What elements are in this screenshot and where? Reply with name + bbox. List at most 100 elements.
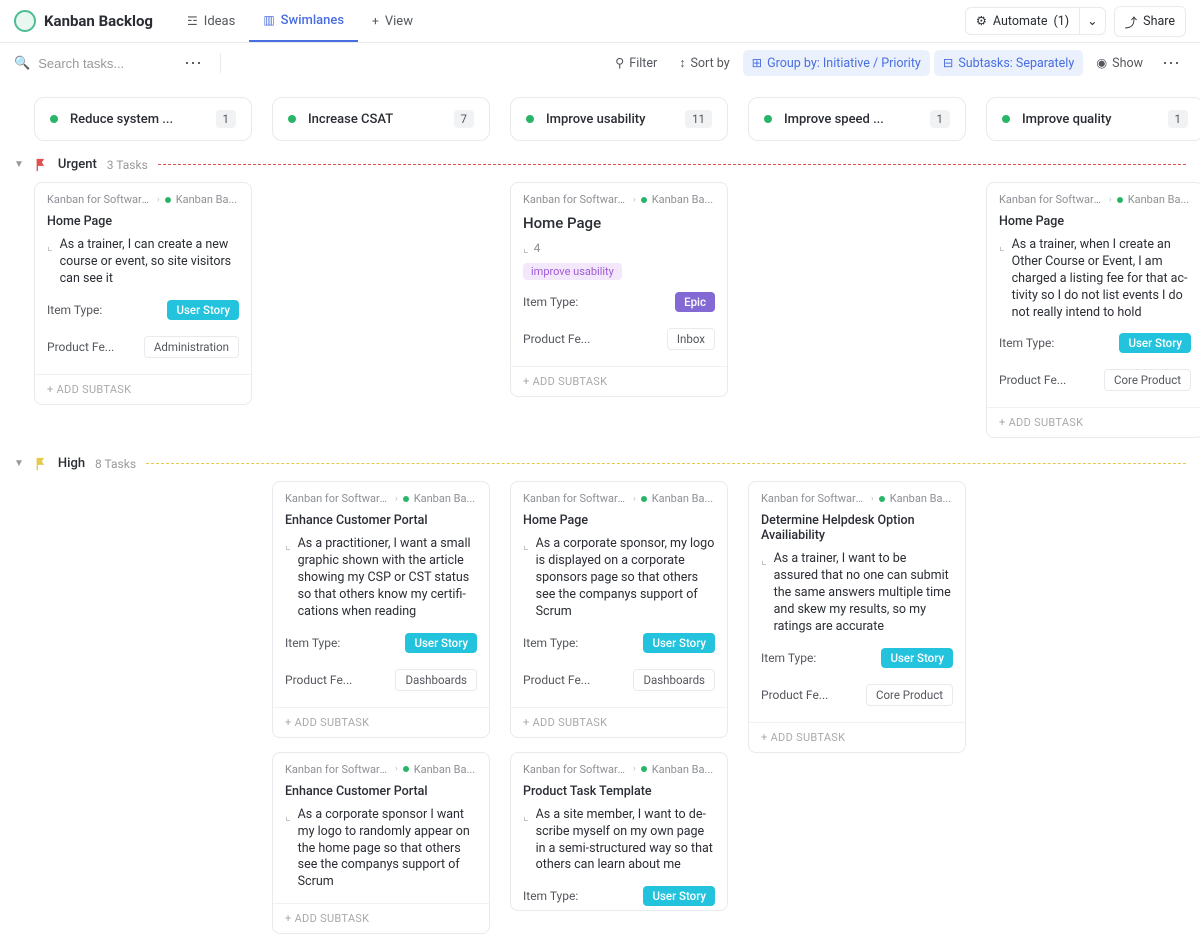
badge-user-story: User Story xyxy=(1119,333,1191,353)
flag-icon xyxy=(34,457,48,471)
column-headers: Reduce system ...1 Increase CSAT 7 Improv… xyxy=(14,97,1186,141)
card-title: Enhance Customer Portal xyxy=(285,513,477,528)
card-title: Home Page xyxy=(523,214,715,232)
task-card[interactable]: Kanban for Software Devel...›Kanban Ba..… xyxy=(510,182,728,397)
search-input[interactable] xyxy=(38,56,158,71)
column-header[interactable]: Increase CSAT 7 xyxy=(272,97,490,141)
divider xyxy=(220,53,221,73)
column-header[interactable]: Reduce system ...1 xyxy=(34,97,252,141)
badge-epic: Epic xyxy=(675,292,715,312)
breadcrumb: Kanban for Software Devel...›Kanban Ba..… xyxy=(47,193,239,206)
subtasks-icon: ⊟ xyxy=(943,55,953,71)
breadcrumb: Kanban for Software Devel...›Kanban Ba..… xyxy=(285,492,477,505)
add-subtask-button[interactable]: + ADD SUBTASK xyxy=(273,707,489,737)
collapse-icon[interactable]: ▼ xyxy=(14,159,24,170)
automate-count: (1) xyxy=(1053,14,1069,29)
plus-icon: + xyxy=(372,14,379,28)
subtask-icon: ⌞ xyxy=(523,241,529,255)
robot-icon: ⚙ xyxy=(976,13,987,29)
lane-name: Urgent xyxy=(58,157,97,172)
search-more[interactable]: ⋯ xyxy=(178,53,208,74)
tab-ideas[interactable]: ☲ Ideas xyxy=(173,0,249,42)
field-item-type: Item Type:User Story xyxy=(523,629,715,657)
card-title: Determine Helpdesk Option Availiability xyxy=(761,513,953,543)
status-dot-icon xyxy=(641,496,647,502)
tab-label: Swimlanes xyxy=(281,13,344,28)
column-header[interactable]: Improve usability11 xyxy=(510,97,728,141)
sort-button[interactable]: ↕Sort by xyxy=(670,51,738,76)
task-card[interactable]: Kanban for Software Devel...›Kanban Ba..… xyxy=(748,481,966,752)
task-card[interactable]: Kanban for Software Devel...›Kanban Ba..… xyxy=(272,481,490,737)
status-dot-icon xyxy=(879,496,885,502)
column-count: 7 xyxy=(454,110,474,128)
share-label: Share xyxy=(1143,14,1175,29)
add-subtask-button[interactable]: + ADD SUBTASK xyxy=(273,903,489,933)
chevron-right-icon: › xyxy=(395,764,398,774)
app-logo xyxy=(14,10,36,32)
breadcrumb: Kanban for Software Devel...›Kanban Ba..… xyxy=(523,492,715,505)
collapse-icon[interactable]: ▼ xyxy=(14,458,24,469)
column-title: Improve usability xyxy=(546,112,673,127)
field-product-feature: Product Fe...Inbox xyxy=(523,324,715,354)
subtask-icon: ⌞ xyxy=(47,238,53,288)
task-card[interactable]: Kanban for Software Devel...›Kanban Ba..… xyxy=(34,182,252,405)
column-title: Increase CSAT xyxy=(308,112,442,127)
lane-count: 8 Tasks xyxy=(95,457,136,471)
status-dot-icon xyxy=(165,197,171,203)
subtasks-button[interactable]: ⊟Subtasks: Separately xyxy=(934,50,1083,76)
automate-dropdown[interactable]: ⌄ xyxy=(1079,7,1105,35)
field-item-type: Item Type:Epic xyxy=(523,288,715,316)
add-subtask-button[interactable]: + ADD SUBTASK xyxy=(511,366,727,396)
status-dot-icon xyxy=(1117,197,1123,203)
task-card[interactable]: Kanban for Software Devel...›Kanban Ba..… xyxy=(986,182,1200,438)
task-card[interactable]: Kanban for Software Devel...›Kanban Ba..… xyxy=(510,481,728,737)
field-product-feature: Product Fe...Dashboards xyxy=(285,665,477,695)
card-title: Product Task Template xyxy=(523,784,715,799)
chevron-right-icon: › xyxy=(633,195,636,205)
column-count: 1 xyxy=(216,110,236,128)
status-dot-icon xyxy=(1002,115,1010,123)
card-desc: ⌞As a corporate sponsor I want my logo t… xyxy=(285,807,477,891)
toolbar-more[interactable]: ⋯ xyxy=(1156,53,1186,74)
filter-icon: ⚲ xyxy=(615,55,624,71)
card-desc: ⌞As a practitioner, I want a small graph… xyxy=(285,536,477,620)
column-title: Improve speed ... xyxy=(784,112,918,127)
subtask-icon: ⌞ xyxy=(761,552,767,635)
add-subtask-button[interactable]: + ADD SUBTASK xyxy=(511,707,727,737)
swimlane-high: ▼ High 8 Tasks Kanban for Software Devel… xyxy=(14,456,1186,934)
group-button[interactable]: ⊞Group by: Initiative / Priority xyxy=(743,50,930,76)
automate-button[interactable]: ⚙ Automate (1) xyxy=(965,7,1079,35)
sort-label: Sort by xyxy=(690,56,729,71)
group-label: Group by: Initiative / Priority xyxy=(767,56,921,71)
task-card[interactable]: Kanban for Software Devel...›Kanban Ba..… xyxy=(510,752,728,912)
status-dot-icon xyxy=(641,766,647,772)
status-dot-icon xyxy=(403,766,409,772)
view-tabs: ☲ Ideas ▥ Swimlanes + View xyxy=(173,0,427,42)
field-item-type: Item Type:User Story xyxy=(285,629,477,657)
tab-label: View xyxy=(385,14,413,29)
show-button[interactable]: ◉Show xyxy=(1087,50,1152,76)
column-title: Improve quality xyxy=(1022,112,1156,127)
badge-user-story: User Story xyxy=(643,633,715,653)
task-card[interactable]: Kanban for Software Devel...›Kanban Ba..… xyxy=(272,752,490,934)
column-count: 1 xyxy=(930,110,950,128)
add-subtask-button[interactable]: + ADD SUBTASK xyxy=(35,374,251,404)
card-desc: ⌞As a trainer, when I create an Other Co… xyxy=(999,237,1191,321)
status-dot-icon xyxy=(403,496,409,502)
tab-new-view[interactable]: + View xyxy=(358,0,427,42)
share-button[interactable]: ⤴ Share xyxy=(1114,6,1186,37)
lane-cards: Kanban for Software Devel...›Kanban Ba..… xyxy=(14,481,1186,934)
chevron-right-icon: › xyxy=(633,764,636,774)
column-header[interactable]: Improve speed ... 1 xyxy=(748,97,966,141)
subtask-icon: ⌞ xyxy=(285,808,291,891)
add-subtask-button[interactable]: + ADD SUBTASK xyxy=(749,722,965,752)
filter-button[interactable]: ⚲Filter xyxy=(606,50,666,76)
badge-admin: Administration xyxy=(144,336,239,358)
column-header[interactable]: Improve quality1 xyxy=(986,97,1200,141)
tab-swimlanes[interactable]: ▥ Swimlanes xyxy=(249,0,358,42)
add-subtask-button[interactable]: + ADD SUBTASK xyxy=(987,407,1200,437)
eye-icon: ◉ xyxy=(1096,55,1107,71)
badge-inbox: Inbox xyxy=(667,328,715,350)
chevron-right-icon: › xyxy=(395,494,398,504)
chevron-right-icon: › xyxy=(871,494,874,504)
